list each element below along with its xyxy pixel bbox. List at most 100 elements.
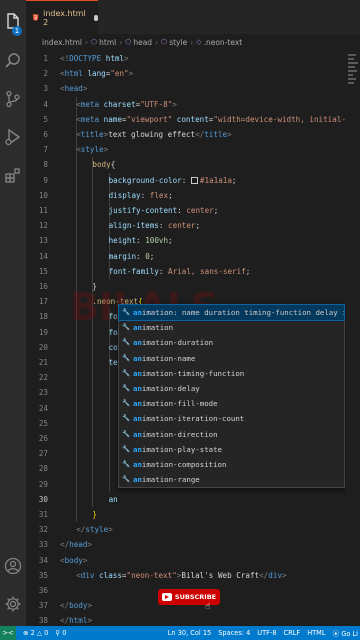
go-live-button[interactable]: ⦿ Go Li [333,628,358,638]
code-text: te [60,358,118,367]
code-line[interactable]: 4 <meta charset="UTF-8"> [26,97,346,112]
property-wrench-icon: 🔧 [122,444,131,453]
breadcrumb-item-style[interactable]: style [169,38,187,47]
line-number: 32 [38,525,48,535]
code-line[interactable]: 15 font-family: Arial, sans-serif; [26,264,346,279]
breadcrumb: index.html › ⬡ html › ⬡ head › ⬡ style ›… [26,34,360,50]
remote-icon[interactable]: >< [0,626,16,640]
line-number: 14 [38,251,48,261]
suggestion-match: an [133,323,142,333]
chevron-right-icon: › [190,37,194,47]
tab-title: index.html 2 [43,8,86,27]
suggestion-item[interactable]: 🔧 animation-iteration-count [119,411,344,426]
suggestion-item[interactable]: 🔧 animation-play-state [119,442,344,457]
code-line[interactable]: 9 background-color: #1a1a1a; [26,173,346,188]
code-line[interactable]: 6 <title>text glowing effect</title> [26,127,346,142]
code-line[interactable]: 16} [26,279,346,294]
code-line[interactable]: 10 display: flex; [26,188,346,203]
code-line[interactable]: 7 <style> [26,142,346,157]
code-token: meta [80,114,100,124]
suggestion-match: an [133,383,142,393]
breadcrumb-item-head[interactable]: head [133,38,152,47]
code-token: ; [213,206,219,215]
suggestion-item[interactable]: 🔧 animation-duration [119,335,344,350]
unsaved-dot-icon[interactable] [93,14,98,21]
account-icon[interactable] [4,557,22,575]
code-line[interactable]: 34 <body> [26,553,346,568]
chevron-right-icon: › [85,37,88,47]
hand-cursor-icon: ☝ [205,602,211,612]
cursor-position[interactable]: Ln 30, Col 15 [168,629,212,637]
code-line[interactable]: 3 <head> [26,81,346,96]
suggestion-item[interactable]: 🔧 animation-fill-mode [119,396,344,411]
minimap[interactable] [346,50,360,626]
code-line[interactable]: 30 an [26,492,346,507]
code-line[interactable]: 35 <div class="neon-text">Bilal's Web Cra… [26,568,346,583]
suggestion-item[interactable]: 🔧 animation-timing-function [119,366,344,381]
code-token: > [82,555,88,565]
tab-index-html[interactable]: index.html 2 [26,0,98,34]
code-token: "en" [110,69,129,79]
code-line[interactable]: 31} [26,507,346,522]
suggestion-match: an [133,338,142,348]
code-token: DOCTYPE [69,54,102,63]
code-token: > [103,145,109,155]
code-text: </head> [60,540,92,549]
code-line[interactable]: 13 height: 100vh; [26,233,346,248]
autocomplete-dropdown[interactable]: 🔧 animation: name duration timing-functio… [118,303,345,488]
code-token: </ [60,540,70,550]
suggestion-item[interactable]: 🔧 animation-delay [119,381,344,396]
code-token: > [82,84,88,94]
code-token: > [281,570,287,580]
language-mode[interactable]: HTML [307,629,325,637]
code-token: </ [76,525,86,535]
suggestion-item[interactable]: 🔧 animation-name [119,351,344,366]
code-token: background-color [108,175,182,185]
errors-indicator[interactable]: ⊗ 2 △ 0 [23,629,48,637]
indentation[interactable]: Spaces: 4 [218,629,250,637]
code-token: body [64,555,83,565]
suggestion-item[interactable]: 🔧 animation: name duration timing-functio… [118,303,345,322]
extensions-icon[interactable] [4,166,22,184]
code-token: font-family [108,266,159,276]
line-endings[interactable]: CRLF [284,629,301,637]
code-token: flex [149,190,169,200]
code-line[interactable]: 14 margin: 0; [26,249,346,264]
settings-gear-icon[interactable] [4,595,22,613]
code-text: <meta name="viewport" content="width=dev… [60,115,346,124]
source-control-icon[interactable] [4,90,22,108]
suggestion-item[interactable]: 🔧 animation-range [119,472,344,487]
encoding[interactable]: UTF-8 [257,629,276,637]
line-number: 31 [38,510,48,519]
code-token: fo [108,327,118,337]
code-line[interactable]: 5 <meta name="viewport" content="width=de… [26,112,346,127]
code-token: "width=device-width, initial-scale=1 [213,114,346,124]
code-token: align-items [108,221,159,231]
run-debug-icon[interactable] [4,128,22,146]
code-line[interactable]: 33 </head> [26,537,346,552]
suggestion-item[interactable]: 🔧 animation [119,320,344,335]
suggestion-item[interactable]: 🔧 animation-direction [119,427,344,442]
code-line[interactable]: 8 body{ [26,157,346,172]
breadcrumb-item-file[interactable]: index.html [42,38,82,47]
code-line[interactable]: 2 <html lang="en"> [26,66,346,81]
code-line[interactable]: 1 <!DOCTYPE html> [26,51,346,66]
color-swatch-icon[interactable] [190,176,198,184]
code-token: : [136,236,146,246]
suggestion-item[interactable]: 🔧 animation-composition [119,457,344,472]
warnings-count: 0 [44,629,49,637]
breadcrumb-item-selector[interactable]: .neon-text [204,38,243,47]
code-token: : [136,251,146,261]
code-line[interactable]: 32 </style> [26,522,346,537]
code-token: fo [108,312,118,322]
code-token: charset [99,99,136,109]
search-icon[interactable] [4,52,22,70]
code-line[interactable]: 12 align-items: center; [26,218,346,233]
code-token: ; [245,266,251,276]
code-line[interactable]: 38 </html> [26,613,346,626]
breadcrumb-item-html[interactable]: html [99,38,116,47]
ports-indicator[interactable]: ⚲ 0 [55,629,66,637]
code-line[interactable]: 11 justify-content: center; [26,203,346,218]
code-token: title [204,130,228,139]
